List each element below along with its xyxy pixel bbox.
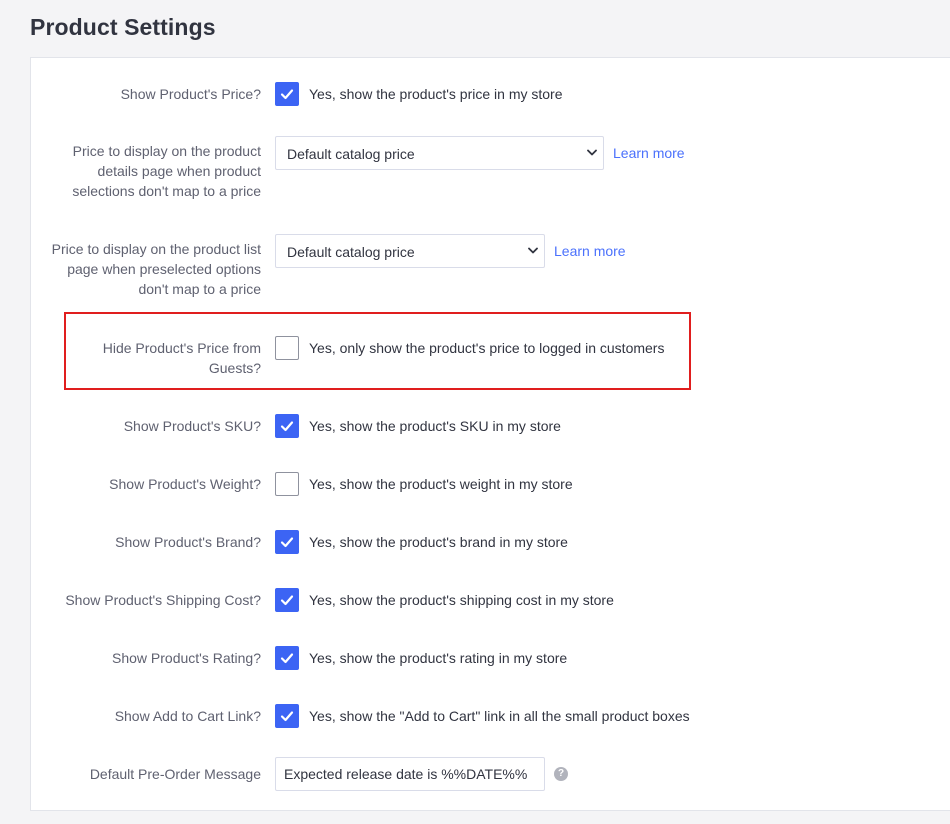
show-rating-option-text: Yes, show the product's rating in my sto… — [309, 650, 568, 666]
show-sku-option-text: Yes, show the product's SKU in my store — [309, 418, 561, 434]
checkmark-icon — [280, 595, 294, 606]
checkmark-icon — [280, 653, 294, 664]
show-weight-checkbox[interactable] — [275, 472, 299, 496]
show-shipping-option-text: Yes, show the product's shipping cost in… — [309, 592, 614, 608]
show-add-to-cart-label: Show Add to Cart Link? — [114, 708, 261, 724]
show-rating-label: Show Product's Rating? — [112, 650, 261, 666]
show-price-checkbox[interactable] — [275, 82, 299, 106]
list-page-price-select[interactable]: Default catalog price — [275, 234, 545, 268]
setting-show-rating: Show Product's Rating? Yes, show the pro… — [31, 646, 950, 672]
setting-preorder-message: Default Pre-Order Message ? — [31, 757, 950, 791]
setting-details-page-price: Price to display on the product details … — [31, 136, 950, 202]
show-weight-label: Show Product's Weight? — [109, 476, 261, 492]
setting-hide-price-from-guests: Hide Product's Price from Guests? Yes, o… — [31, 336, 950, 382]
show-brand-checkbox[interactable] — [275, 530, 299, 554]
checkmark-icon — [280, 421, 294, 432]
preorder-message-input[interactable] — [275, 757, 545, 791]
show-brand-option-text: Yes, show the product's brand in my stor… — [309, 534, 568, 550]
chevron-down-icon — [528, 247, 538, 254]
chevron-down-icon — [587, 149, 597, 156]
setting-show-price: Show Product's Price? Yes, show the prod… — [31, 82, 950, 108]
show-price-option-text: Yes, show the product's price in my stor… — [309, 86, 563, 102]
show-shipping-checkbox[interactable] — [275, 588, 299, 612]
show-add-to-cart-option-text: Yes, show the "Add to Cart" link in all … — [309, 708, 690, 724]
show-rating-checkbox[interactable] — [275, 646, 299, 670]
product-settings-panel: Show Product's Price? Yes, show the prod… — [30, 57, 950, 811]
setting-show-shipping-cost: Show Product's Shipping Cost? Yes, show … — [31, 588, 950, 614]
details-page-price-selected: Default catalog price — [287, 146, 415, 162]
show-sku-checkbox[interactable] — [275, 414, 299, 438]
checkmark-icon — [280, 537, 294, 548]
show-add-to-cart-checkbox[interactable] — [275, 704, 299, 728]
setting-show-brand: Show Product's Brand? Yes, show the prod… — [31, 530, 950, 556]
list-page-price-selected: Default catalog price — [287, 244, 415, 260]
details-page-learn-more-link[interactable]: Learn more — [613, 143, 685, 163]
show-price-label: Show Product's Price? — [120, 86, 261, 102]
setting-show-sku: Show Product's SKU? Yes, show the produc… — [31, 414, 950, 440]
question-mark-icon[interactable]: ? — [554, 767, 568, 781]
checkmark-icon — [280, 711, 294, 722]
setting-list-page-price: Price to display on the product list pag… — [31, 234, 950, 300]
hide-price-label: Hide Product's Price from Guests? — [102, 340, 261, 376]
setting-show-add-to-cart: Show Add to Cart Link? Yes, show the "Ad… — [31, 704, 950, 730]
checkmark-icon — [280, 89, 294, 100]
list-page-learn-more-link[interactable]: Learn more — [554, 241, 626, 261]
setting-show-weight: Show Product's Weight? Yes, show the pro… — [31, 472, 950, 498]
list-page-price-label: Price to display on the product list pag… — [51, 241, 261, 297]
page-title: Product Settings — [30, 14, 216, 40]
hide-price-checkbox[interactable] — [275, 336, 299, 360]
details-page-price-label: Price to display on the product details … — [72, 143, 261, 199]
show-brand-label: Show Product's Brand? — [115, 534, 261, 550]
preorder-message-label: Default Pre-Order Message — [89, 766, 261, 782]
show-shipping-label: Show Product's Shipping Cost? — [65, 592, 261, 608]
hide-price-option-text: Yes, only show the product's price to lo… — [309, 340, 665, 356]
show-sku-label: Show Product's SKU? — [123, 418, 261, 434]
show-weight-option-text: Yes, show the product's weight in my sto… — [309, 476, 573, 492]
details-page-price-select[interactable]: Default catalog price — [275, 136, 604, 170]
